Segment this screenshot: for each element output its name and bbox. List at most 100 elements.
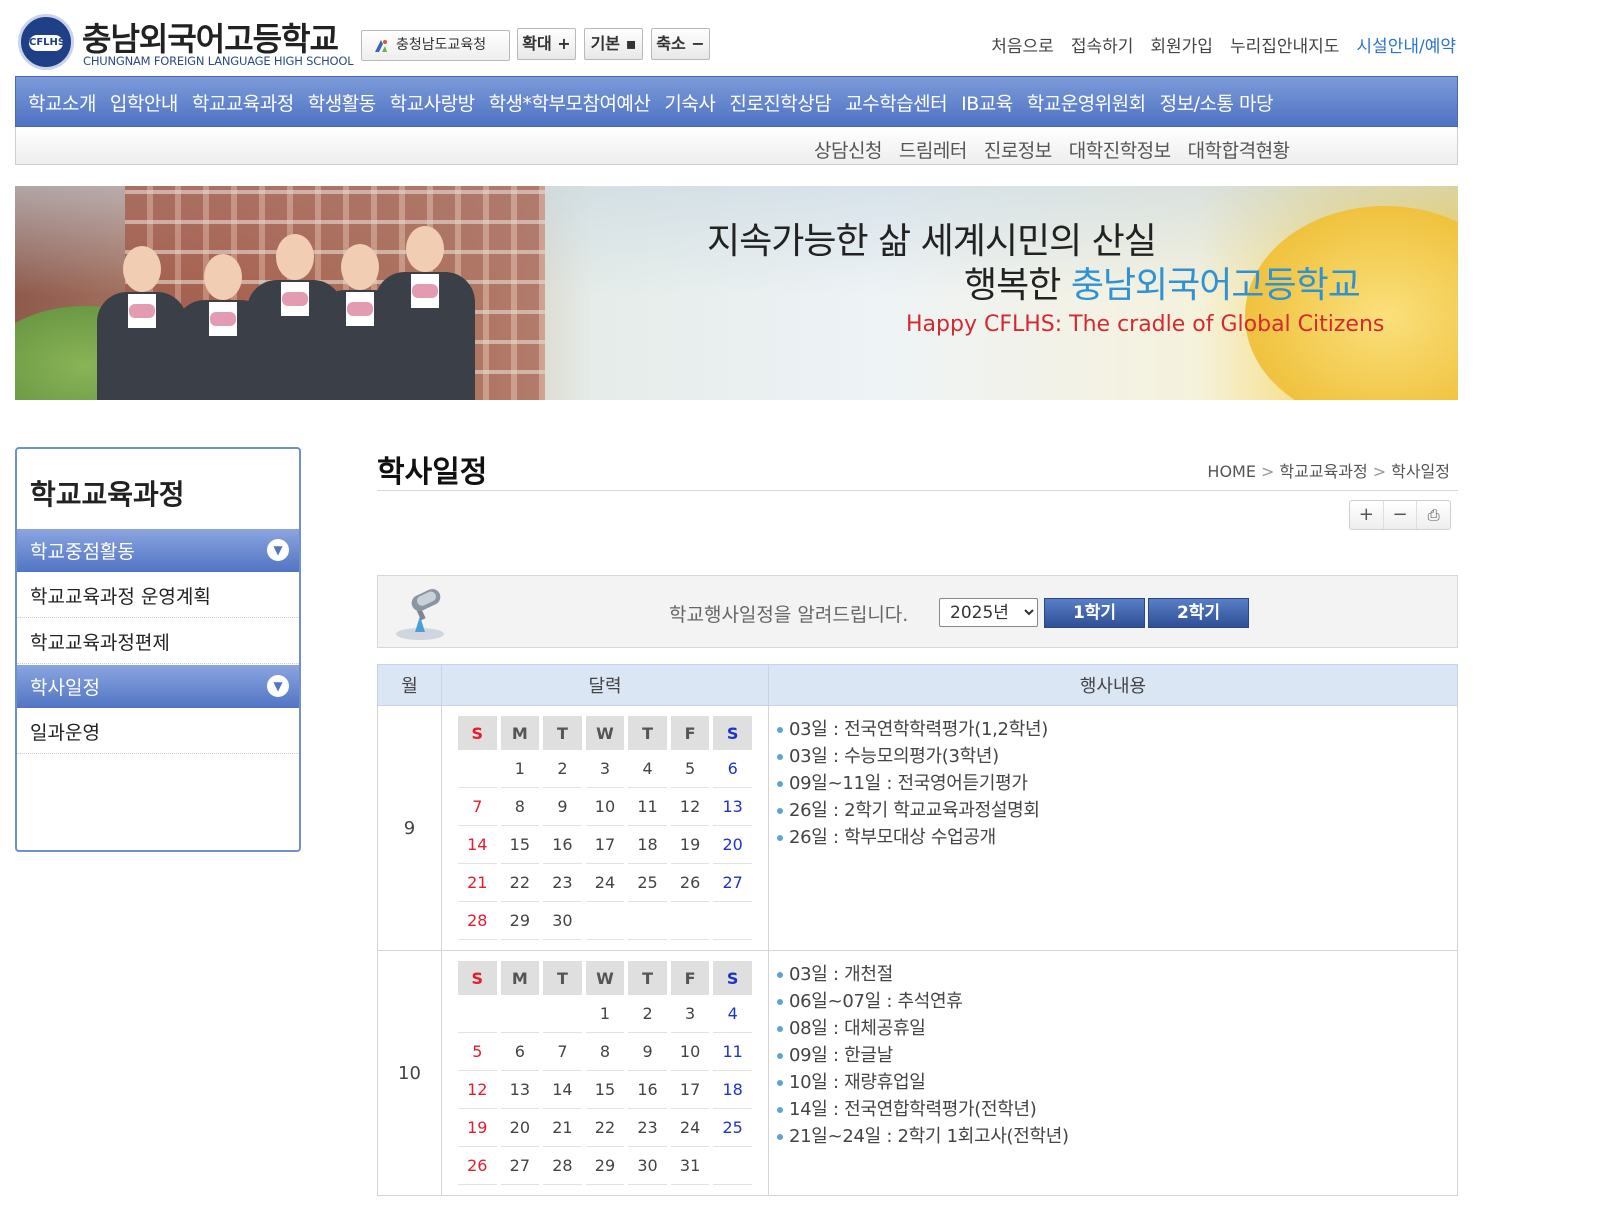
calendar-day[interactable]: 10 xyxy=(585,788,625,826)
calendar-day[interactable]: 2 xyxy=(628,995,667,1033)
calendar-day[interactable]: 2 xyxy=(543,750,582,788)
calendar-day[interactable]: 29 xyxy=(585,1147,625,1185)
nav-item-ib-education[interactable]: IB교육 xyxy=(961,89,1013,116)
calendar-day[interactable]: 29 xyxy=(500,902,540,940)
calendar-day[interactable]: 21 xyxy=(458,864,497,902)
nav-item-admission[interactable]: 입학안내 xyxy=(110,89,178,116)
calendar-day[interactable]: 24 xyxy=(585,864,625,902)
nav-item-dormitory[interactable]: 기숙사 xyxy=(664,89,715,116)
calendar-day[interactable]: 7 xyxy=(458,788,497,826)
calendar-day[interactable]: 1 xyxy=(585,995,625,1033)
school-logo[interactable]: CFLHS 충남외국어고등학교 CHUNGNAM FOREIGN LANGUAG… xyxy=(16,12,361,72)
calendar-day[interactable]: 8 xyxy=(500,788,540,826)
calendar-day[interactable]: 5 xyxy=(670,750,710,788)
calendar-day[interactable]: 30 xyxy=(543,902,582,940)
calendar-day[interactable]: 18 xyxy=(628,826,667,864)
subnav-counseling-request[interactable]: 상담신청 xyxy=(814,136,882,163)
facility-reservation-link[interactable]: 시설안내/예약 xyxy=(1356,32,1456,57)
semester-1-button[interactable]: 1학기 xyxy=(1044,598,1145,628)
zoom-reset-button[interactable]: 기본 ▪ xyxy=(584,28,643,60)
calendar-day[interactable]: 6 xyxy=(500,1033,540,1071)
calendar-day[interactable]: 3 xyxy=(585,750,625,788)
calendar-day[interactable]: 12 xyxy=(458,1071,497,1109)
calendar-day[interactable]: 27 xyxy=(713,864,752,902)
calendar-day[interactable]: 26 xyxy=(670,864,710,902)
calendar-day[interactable]: 12 xyxy=(670,788,710,826)
calendar-day[interactable]: 13 xyxy=(713,788,752,826)
calendar-day[interactable]: 24 xyxy=(670,1109,710,1147)
calendar-day[interactable]: 21 xyxy=(543,1109,582,1147)
subnav-dream-letter[interactable]: 드림레터 xyxy=(899,136,967,163)
nav-item-school-committee[interactable]: 학교운영위원회 xyxy=(1027,89,1146,116)
calendar-day[interactable]: 1 xyxy=(500,750,540,788)
nav-item-school-lounge[interactable]: 학교사랑방 xyxy=(390,89,475,116)
sidebar-item-curriculum-plan[interactable]: 학교교육과정 운영계획 xyxy=(17,572,299,618)
subnav-admission-results[interactable]: 대학합격현황 xyxy=(1188,136,1290,163)
sidebar-item-curriculum-structure[interactable]: 학교교육과정편제 xyxy=(17,618,299,664)
calendar-day[interactable]: 25 xyxy=(713,1109,752,1147)
calendar-day[interactable]: 28 xyxy=(458,902,497,940)
year-select[interactable]: 2025년 xyxy=(939,598,1038,627)
sidebar-item-daily-schedule[interactable]: 일과운영 xyxy=(17,708,299,754)
calendar-day[interactable]: 30 xyxy=(628,1147,667,1185)
nav-item-curriculum[interactable]: 학교교육과정 xyxy=(192,89,294,116)
breadcrumb-curriculum[interactable]: 학교교육과정 xyxy=(1279,462,1367,481)
login-link[interactable]: 접속하기 xyxy=(1071,32,1134,57)
sidebar-item-academic-calendar[interactable]: 학사일정 ▼ xyxy=(17,665,299,708)
calendar-day[interactable]: 8 xyxy=(585,1033,625,1071)
nav-item-participatory-budget[interactable]: 학생*학부모참여예산 xyxy=(489,89,651,116)
calendar-day[interactable]: 7 xyxy=(543,1033,582,1071)
calendar-day[interactable]: 14 xyxy=(458,826,497,864)
subnav-college-info[interactable]: 대학진학정보 xyxy=(1069,136,1171,163)
zoom-in-button[interactable]: 확대 + xyxy=(517,28,576,60)
calendar-day[interactable]: 22 xyxy=(585,1109,625,1147)
nav-item-info-communication[interactable]: 정보/소통 마당 xyxy=(1160,89,1274,116)
calendar-day[interactable]: 17 xyxy=(670,1071,710,1109)
home-link[interactable]: 처음으로 xyxy=(991,32,1054,57)
calendar-day[interactable]: 16 xyxy=(628,1071,667,1109)
print-icon[interactable]: ⎙ xyxy=(1417,501,1450,529)
calendar-day[interactable]: 26 xyxy=(458,1147,497,1185)
breadcrumb-home[interactable]: HOME xyxy=(1207,462,1256,481)
semester-2-button[interactable]: 2학기 xyxy=(1148,598,1249,628)
calendar-day[interactable]: 5 xyxy=(458,1033,497,1071)
nav-item-career-counseling[interactable]: 진로진학상담 xyxy=(729,89,831,116)
nav-item-learning-center[interactable]: 교수학습센터 xyxy=(845,89,947,116)
zoom-minus-icon[interactable]: − xyxy=(1384,501,1418,529)
calendar-day[interactable]: 11 xyxy=(713,1033,752,1071)
signup-link[interactable]: 회원가입 xyxy=(1150,32,1213,57)
nav-item-student-activities[interactable]: 학생활동 xyxy=(308,89,376,116)
calendar-day[interactable]: 15 xyxy=(500,826,540,864)
calendar-day[interactable]: 3 xyxy=(670,995,710,1033)
calendar-day[interactable]: 18 xyxy=(713,1071,752,1109)
calendar-day[interactable]: 11 xyxy=(628,788,667,826)
calendar-day[interactable]: 4 xyxy=(713,995,752,1033)
zoom-out-button[interactable]: 축소 − xyxy=(651,28,710,60)
calendar-day[interactable]: 9 xyxy=(628,1033,667,1071)
calendar-day[interactable]: 22 xyxy=(500,864,540,902)
calendar-day[interactable]: 20 xyxy=(500,1109,540,1147)
calendar-day[interactable]: 27 xyxy=(500,1147,540,1185)
calendar-day[interactable]: 4 xyxy=(628,750,667,788)
calendar-day[interactable]: 6 xyxy=(713,750,752,788)
calendar-day[interactable]: 28 xyxy=(543,1147,582,1185)
calendar-day[interactable]: 10 xyxy=(670,1033,710,1071)
nav-item-about[interactable]: 학교소개 xyxy=(28,89,96,116)
calendar-day[interactable]: 9 xyxy=(543,788,582,826)
calendar-day[interactable]: 19 xyxy=(458,1109,497,1147)
zoom-plus-icon[interactable]: + xyxy=(1350,501,1384,529)
sitemap-link[interactable]: 누리집안내지도 xyxy=(1230,32,1339,57)
calendar-day[interactable]: 15 xyxy=(585,1071,625,1109)
calendar-day[interactable]: 20 xyxy=(713,826,752,864)
calendar-day[interactable]: 19 xyxy=(670,826,710,864)
calendar-day[interactable]: 14 xyxy=(543,1071,582,1109)
calendar-day[interactable]: 25 xyxy=(628,864,667,902)
calendar-day[interactable]: 23 xyxy=(628,1109,667,1147)
sidebar-item-key-activities[interactable]: 학교중점활동 ▼ xyxy=(17,529,299,572)
calendar-day[interactable]: 13 xyxy=(500,1071,540,1109)
calendar-day[interactable]: 31 xyxy=(670,1147,710,1185)
calendar-day[interactable]: 16 xyxy=(543,826,582,864)
calendar-day[interactable]: 23 xyxy=(543,864,582,902)
calendar-day[interactable]: 17 xyxy=(585,826,625,864)
subnav-career-info[interactable]: 진로정보 xyxy=(984,136,1052,163)
